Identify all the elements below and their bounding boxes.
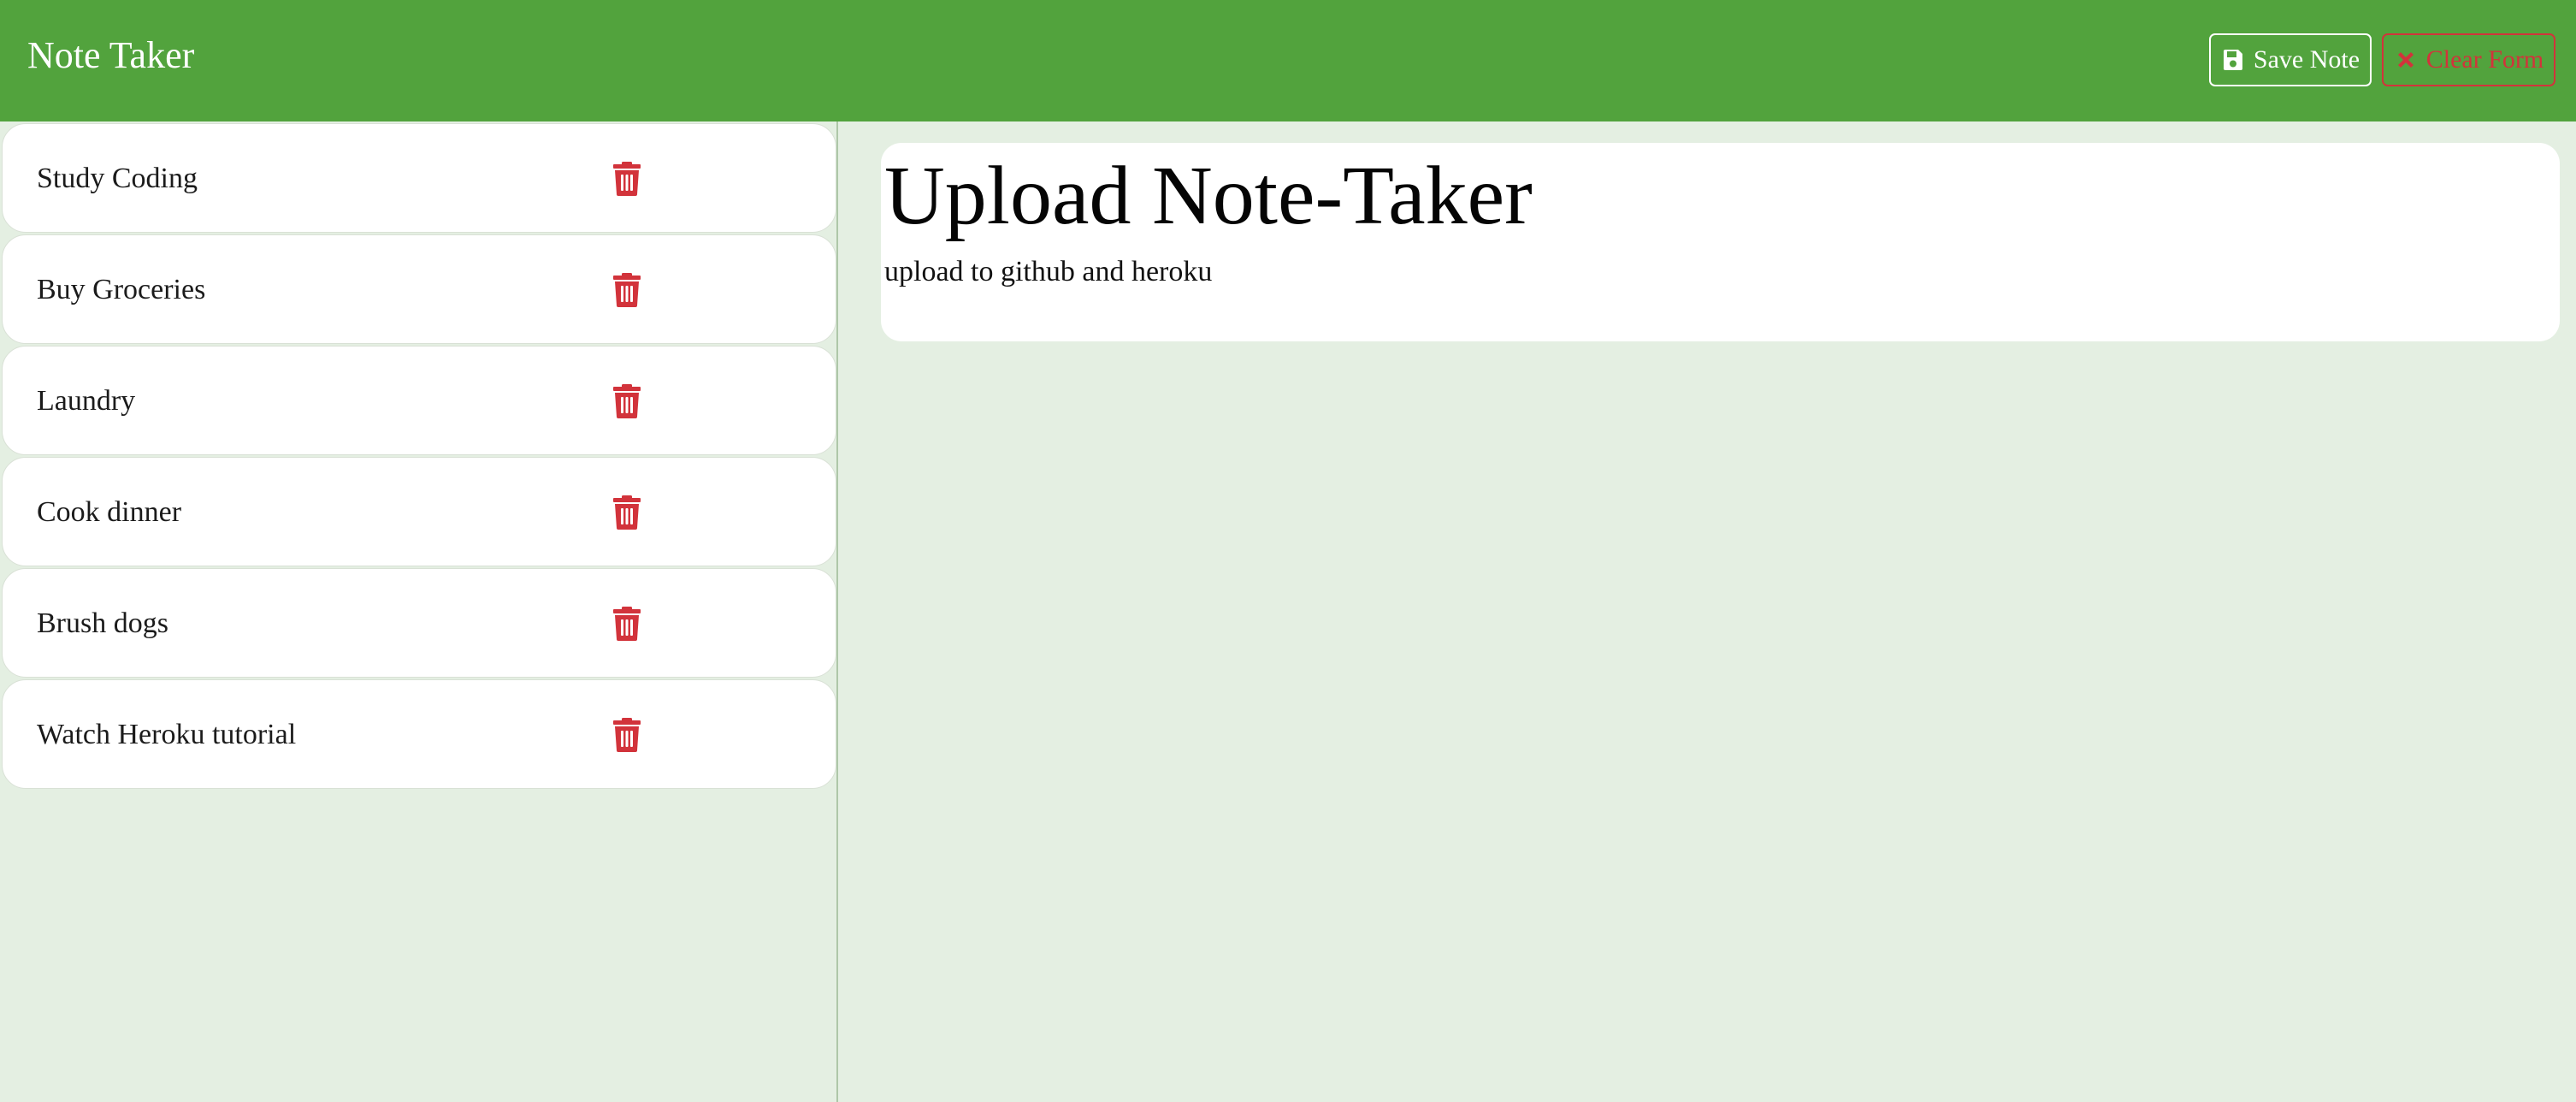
trash-icon[interactable] bbox=[612, 384, 641, 418]
list-item[interactable]: Brush dogs bbox=[2, 568, 836, 678]
list-item[interactable]: Buy Groceries bbox=[2, 234, 836, 344]
list-item[interactable]: Cook dinner bbox=[2, 457, 836, 566]
note-title: Buy Groceries bbox=[37, 274, 206, 305]
trash-icon[interactable] bbox=[612, 273, 641, 307]
note-text-input[interactable]: upload to github and heroku bbox=[884, 252, 2509, 329]
clear-form-label: Clear Form bbox=[2425, 45, 2544, 74]
save-note-button[interactable]: Save Note bbox=[2209, 33, 2372, 86]
save-icon bbox=[2221, 48, 2245, 72]
list-item[interactable]: Study Coding bbox=[2, 123, 836, 233]
note-title: Brush dogs bbox=[37, 607, 168, 639]
note-title: Study Coding bbox=[37, 163, 198, 194]
list-item[interactable]: Watch Heroku tutorial bbox=[2, 679, 836, 789]
note-title-input[interactable] bbox=[884, 148, 2509, 244]
app-title[interactable]: Note Taker bbox=[27, 33, 194, 79]
trash-icon[interactable] bbox=[612, 607, 641, 641]
note-title: Watch Heroku tutorial bbox=[37, 719, 297, 750]
trash-icon[interactable] bbox=[612, 495, 641, 530]
note-list: Study Coding Buy Groceries Laundry Cook … bbox=[2, 123, 836, 791]
note-title: Laundry bbox=[37, 385, 136, 417]
close-icon bbox=[2394, 48, 2418, 72]
clear-form-button[interactable]: Clear Form bbox=[2382, 33, 2555, 86]
note-title: Cook dinner bbox=[37, 496, 182, 528]
save-note-label: Save Note bbox=[2253, 45, 2360, 74]
navbar: Note Taker Save Note Clear Form bbox=[0, 0, 2576, 121]
list-item[interactable]: Laundry bbox=[2, 346, 836, 455]
note-editor: upload to github and heroku bbox=[881, 143, 2560, 341]
trash-icon[interactable] bbox=[612, 718, 641, 752]
trash-icon[interactable] bbox=[612, 162, 641, 196]
notes-sidebar: Study Coding Buy Groceries Laundry Cook … bbox=[0, 121, 838, 1102]
